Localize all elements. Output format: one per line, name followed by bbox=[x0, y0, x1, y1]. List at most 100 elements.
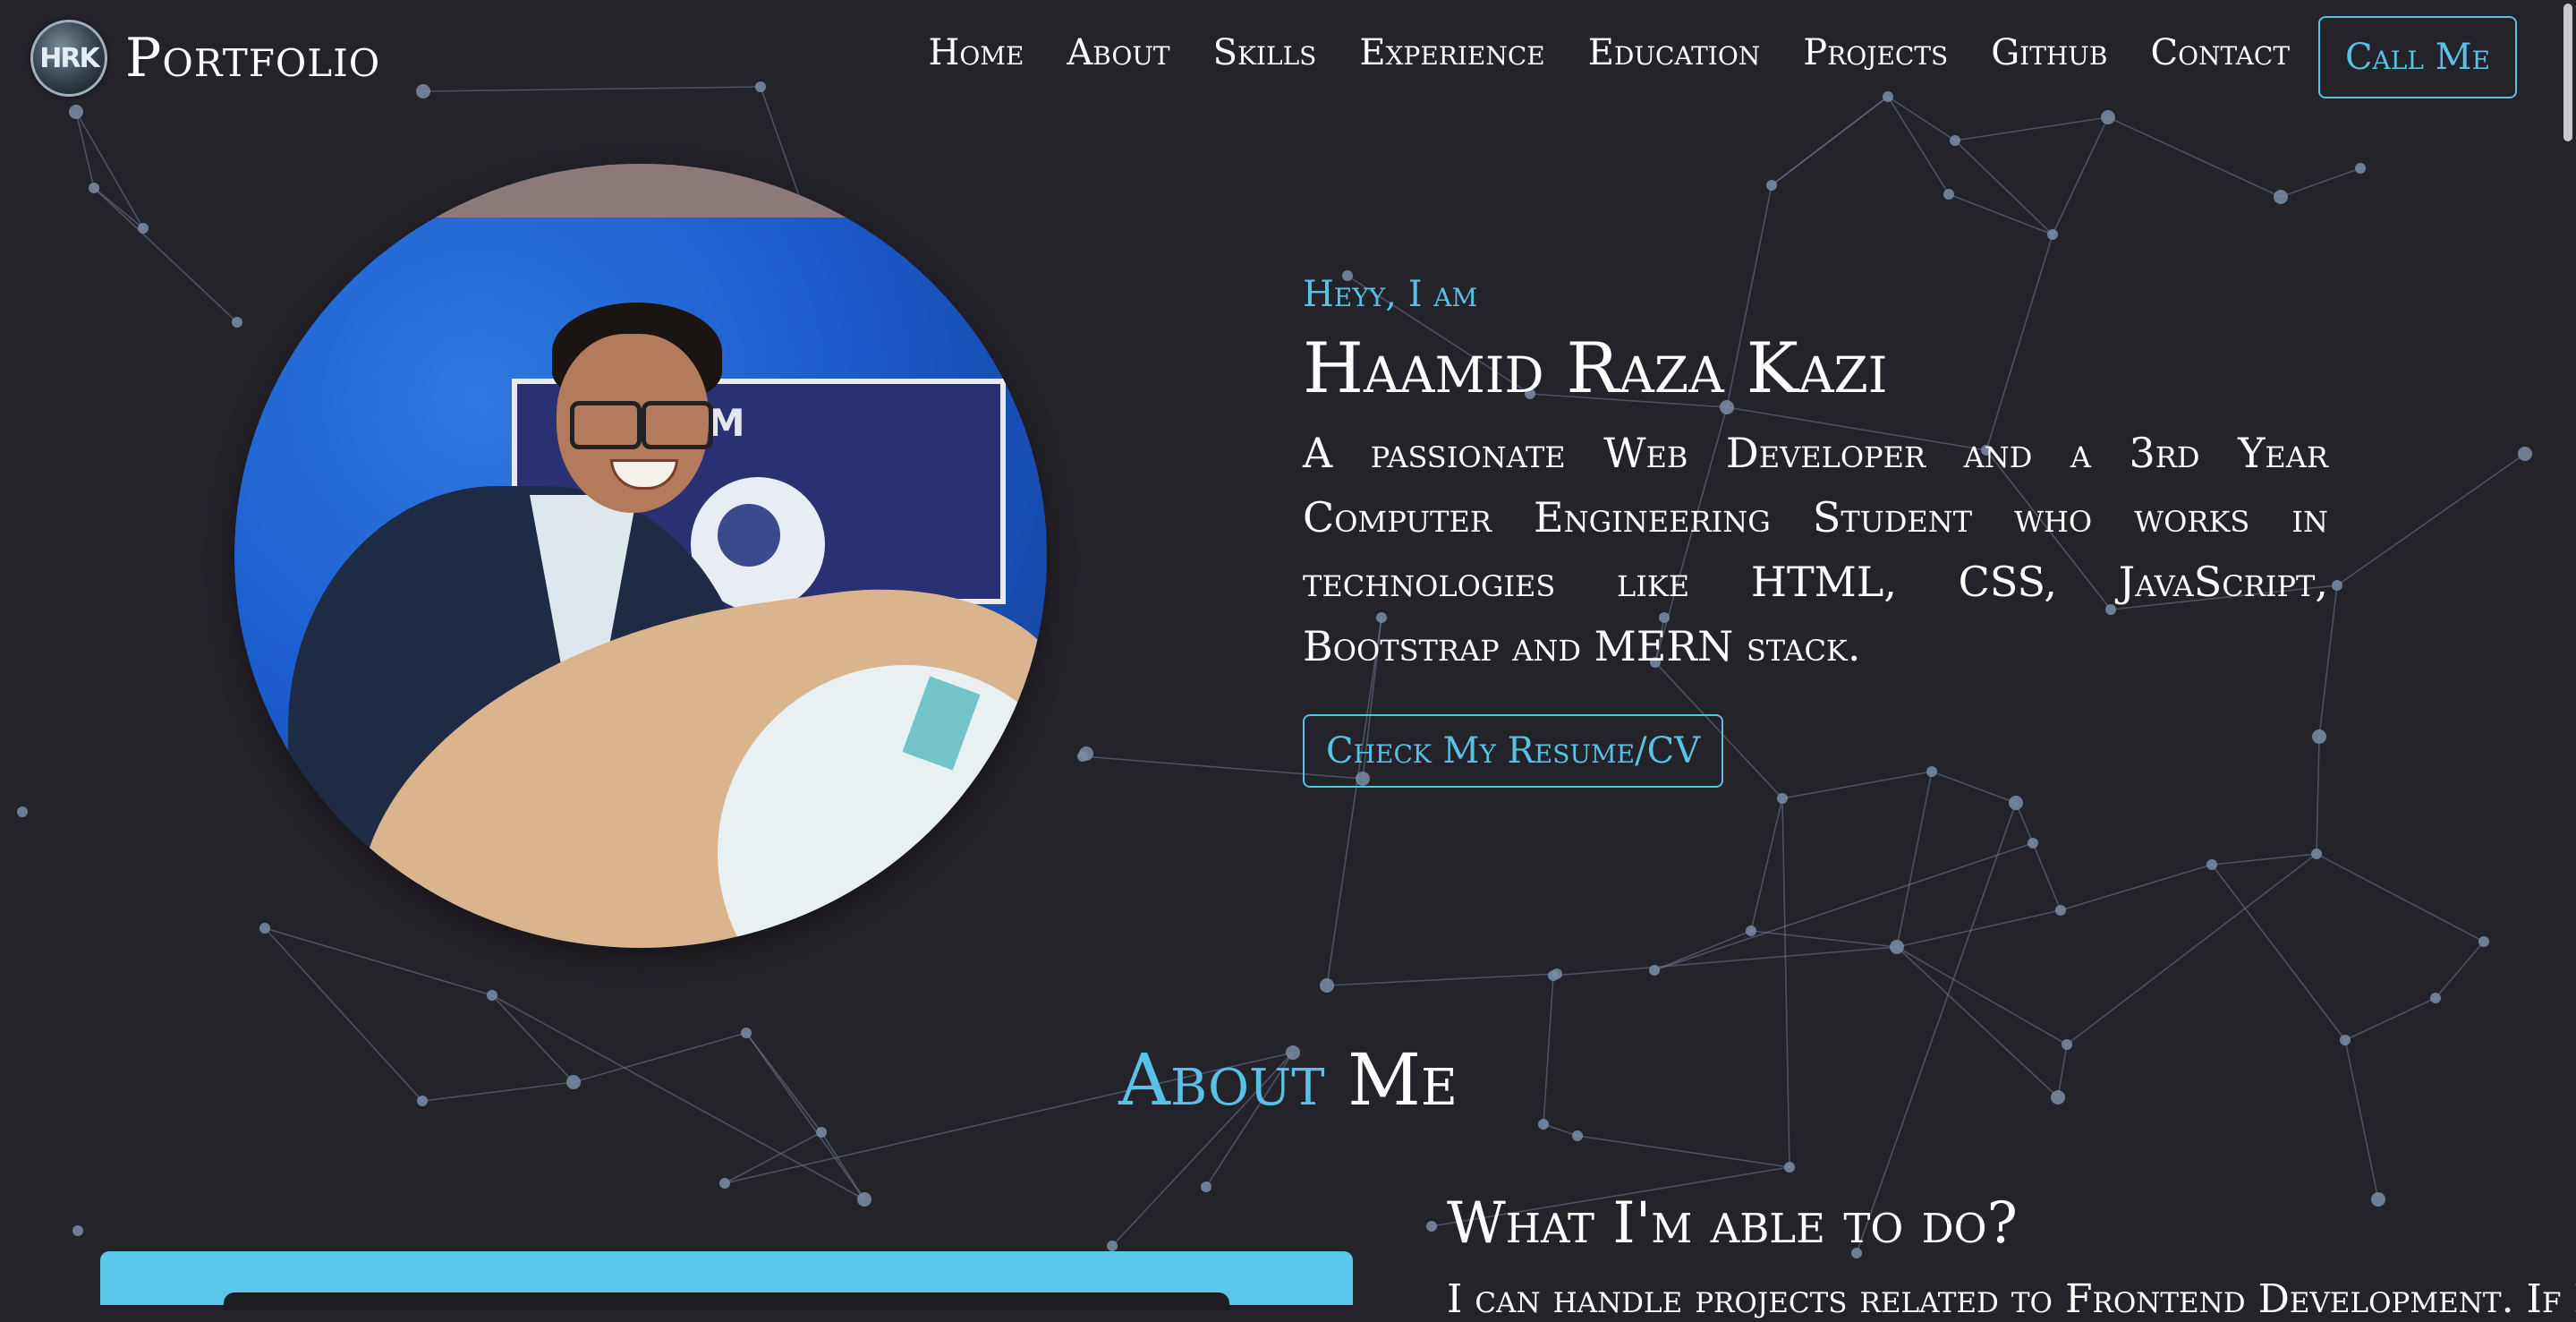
hero-name: Haamid Raza Kazi bbox=[1303, 328, 1888, 409]
network-line bbox=[1552, 946, 1898, 977]
photo-glasses-left bbox=[570, 401, 642, 449]
network-node bbox=[2332, 580, 2342, 591]
network-node bbox=[816, 1127, 827, 1138]
resume-button[interactable]: Check My Resume/CV bbox=[1303, 713, 1724, 788]
nav-contact[interactable]: Contact bbox=[2150, 32, 2290, 73]
network-line bbox=[2211, 864, 2346, 1041]
network-line bbox=[2336, 453, 2526, 586]
network-line bbox=[1654, 930, 1752, 971]
network-node bbox=[2430, 993, 2441, 1003]
network-line bbox=[1896, 771, 1933, 948]
network-line bbox=[1896, 909, 2062, 948]
about-image-card bbox=[100, 1251, 1353, 1310]
network-node bbox=[2274, 190, 2288, 204]
network-line bbox=[2316, 853, 2485, 942]
network-line bbox=[2211, 853, 2317, 866]
network-node bbox=[2355, 163, 2366, 174]
network-line bbox=[2060, 864, 2213, 911]
hero-tagline: A passionate Web Developer and a 3rd Yea… bbox=[1303, 428, 2328, 670]
scrollbar-thumb[interactable] bbox=[2563, 4, 2572, 141]
network-line bbox=[93, 187, 238, 323]
network-node bbox=[1777, 793, 1788, 804]
navbar: HRK Portfolio Home About Skills Experien… bbox=[0, 0, 2576, 116]
network-node bbox=[1649, 965, 1660, 976]
network-node bbox=[1320, 978, 1334, 993]
network-node bbox=[2478, 936, 2489, 947]
about-title-rest: Me bbox=[1348, 1038, 1458, 1122]
about-title-accent: About bbox=[1118, 1038, 1325, 1122]
network-node bbox=[1766, 180, 1777, 191]
network-line bbox=[75, 111, 144, 229]
network-node bbox=[1950, 135, 1960, 146]
network-line bbox=[2066, 853, 2317, 1045]
call-me-button[interactable]: Call Me bbox=[2318, 16, 2517, 98]
network-line bbox=[1750, 930, 1898, 948]
network-line bbox=[2344, 997, 2436, 1041]
network-node bbox=[2028, 838, 2038, 849]
network-node bbox=[2206, 859, 2217, 870]
nav-experience[interactable]: Experience bbox=[1359, 32, 1544, 73]
network-line bbox=[1543, 1123, 1578, 1137]
network-node bbox=[232, 317, 242, 328]
hrk-logo-icon: HRK bbox=[30, 20, 107, 97]
network-node bbox=[487, 990, 497, 1001]
nav-about[interactable]: About bbox=[1067, 32, 1169, 73]
brand-name: Portfolio bbox=[125, 27, 381, 90]
network-node bbox=[2371, 1192, 2385, 1207]
network-line bbox=[1954, 140, 2053, 235]
network-node bbox=[2047, 229, 2058, 240]
about-section-title: About Me bbox=[0, 1038, 2576, 1122]
network-node bbox=[1572, 1130, 1583, 1141]
network-node bbox=[2311, 849, 2322, 859]
network-node bbox=[259, 923, 270, 934]
network-node bbox=[1107, 1241, 1118, 1251]
logo-monogram: HRK bbox=[39, 42, 99, 74]
network-node bbox=[138, 223, 149, 234]
network-line bbox=[2052, 116, 2109, 235]
brand[interactable]: HRK Portfolio bbox=[30, 20, 380, 97]
network-line bbox=[1948, 193, 2053, 235]
network-node bbox=[741, 1028, 752, 1038]
network-node bbox=[17, 806, 28, 817]
network-line bbox=[2032, 842, 2062, 911]
network-line bbox=[1326, 973, 1558, 986]
network-line bbox=[1954, 116, 2109, 141]
network-node bbox=[1890, 940, 1904, 954]
network-node bbox=[719, 1178, 730, 1189]
network-line bbox=[2107, 116, 2282, 198]
network-node bbox=[1746, 925, 1756, 936]
network-line bbox=[1896, 946, 2068, 1045]
photo-ceiling bbox=[234, 164, 1047, 217]
network-line bbox=[1856, 802, 2017, 1254]
hero-greeting: Heyy, I am bbox=[1303, 274, 1478, 315]
nav-github[interactable]: Github bbox=[1991, 32, 2107, 73]
nav-home[interactable]: Home bbox=[928, 32, 1024, 73]
about-description: I can handle projects related to Fronten… bbox=[1447, 1276, 2576, 1322]
about-card-inner bbox=[224, 1292, 1229, 1310]
network-node bbox=[72, 1225, 83, 1236]
nav-projects[interactable]: Projects bbox=[1803, 32, 1948, 73]
photo-seal-center bbox=[718, 504, 780, 567]
photo-glasses-right bbox=[642, 401, 713, 449]
network-line bbox=[724, 1131, 822, 1184]
network-node bbox=[2055, 905, 2066, 916]
profile-photo: E SJCEM bbox=[234, 164, 1047, 948]
network-node bbox=[857, 1192, 871, 1207]
network-line bbox=[2280, 167, 2361, 198]
hero-text: Heyy, I am Haamid Raza Kazi A passionate… bbox=[1303, 274, 2328, 788]
network-node bbox=[1943, 189, 1954, 200]
nav-skills[interactable]: Skills bbox=[1213, 32, 1317, 73]
network-node bbox=[89, 183, 99, 193]
network-node bbox=[1201, 1181, 1211, 1192]
network-node bbox=[1784, 1162, 1795, 1173]
about-subtitle: What I'm able to do? bbox=[1447, 1190, 2018, 1257]
network-node bbox=[2009, 796, 2023, 810]
network-line bbox=[2435, 941, 2485, 999]
network-node bbox=[1426, 1221, 1437, 1232]
network-node bbox=[1079, 746, 1093, 761]
nav-links: Home About Skills Experience Education P… bbox=[928, 32, 2290, 73]
network-line bbox=[1577, 1135, 1790, 1168]
network-node bbox=[2518, 447, 2532, 461]
network-line bbox=[75, 111, 95, 189]
nav-education[interactable]: Education bbox=[1588, 32, 1761, 73]
